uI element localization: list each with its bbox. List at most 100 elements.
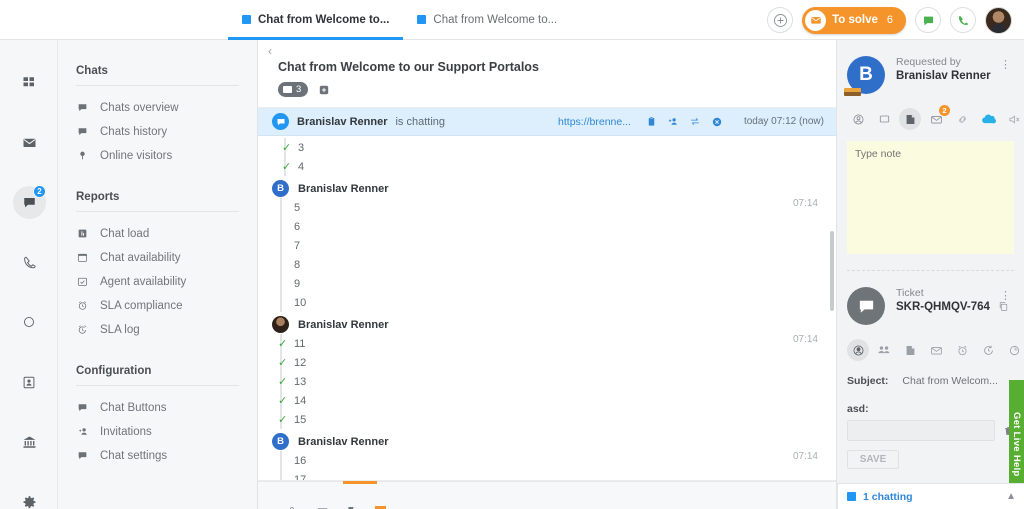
message-text: 4 xyxy=(298,161,304,173)
to-solve-label: To solve xyxy=(832,14,878,26)
chat-status-button[interactable] xyxy=(915,7,941,33)
icon-rail: 2 xyxy=(0,40,58,509)
nav-item-sla-compliance[interactable]: SLA compliance xyxy=(76,295,239,316)
nav-item-chats-history[interactable]: Chats history xyxy=(76,121,239,142)
plus-square-icon xyxy=(318,84,330,96)
custom-field-input[interactable] xyxy=(847,420,995,441)
rail-item-mail[interactable] xyxy=(0,122,58,162)
chatting-count-label: 1 chatting xyxy=(863,491,913,503)
nav-item-chats-overview[interactable]: Chats overview xyxy=(76,97,239,118)
subject-label: Subject: xyxy=(847,375,888,387)
file-icon[interactable] xyxy=(899,339,921,361)
note-input[interactable] xyxy=(847,141,1014,254)
link-icon[interactable] xyxy=(951,108,973,130)
nav-item-invitations[interactable]: Invitations xyxy=(76,421,239,442)
envelope-icon[interactable]: 2 xyxy=(925,108,947,130)
active-chat-bar: Branislav Renner is chatting https://bre… xyxy=(258,108,836,136)
nav-item-label: SLA log xyxy=(100,324,140,336)
transfer-icon[interactable] xyxy=(689,116,701,127)
user-avatar[interactable] xyxy=(985,7,1012,34)
message-body: 07:14 ✓11 ✓12 ✓13 ✓14 ✓15 xyxy=(280,334,824,429)
composer-toolbar xyxy=(258,482,836,509)
message-scrollbar[interactable] xyxy=(830,231,834,311)
requester-card: B Requested by Branislav Renner ⋮ xyxy=(847,56,1014,94)
nav-item-sla-log[interactable]: SLA log xyxy=(76,319,239,340)
nav-item-agent-availability[interactable]: Agent availability xyxy=(76,271,239,292)
rail-item-activity[interactable] xyxy=(0,302,58,342)
mute-icon[interactable] xyxy=(1003,108,1024,130)
nav-item-chat-settings[interactable]: Chat settings xyxy=(76,445,239,466)
avatar: B xyxy=(272,180,289,197)
rail-item-calls[interactable] xyxy=(0,242,58,282)
rail-item-chats[interactable]: 2 xyxy=(0,182,58,222)
file-icon[interactable] xyxy=(899,108,921,130)
nav-item-chat-buttons[interactable]: Chat Buttons xyxy=(76,397,239,418)
chat-bubble-icon xyxy=(76,126,89,137)
add-new-button[interactable] xyxy=(767,7,793,33)
close-circle-icon[interactable] xyxy=(711,116,723,128)
message-line: 6 xyxy=(282,217,824,236)
chat-meta: 3 xyxy=(278,82,836,97)
time-pie-icon[interactable] xyxy=(1003,339,1024,361)
plus-circle-icon xyxy=(773,13,788,28)
add-participant-button[interactable] xyxy=(318,84,330,96)
message-text: 13 xyxy=(294,376,306,388)
nav-item-chat-availability[interactable]: Chat availability xyxy=(76,247,239,268)
copy-icon[interactable] xyxy=(998,301,1009,312)
message-line: ✓ 3 xyxy=(286,138,824,157)
chat-bubble-icon xyxy=(857,297,876,316)
visitor-url-link[interactable]: https://brenne... xyxy=(558,116,631,128)
message-group: B Branislav Renner 07:14 16 17 xyxy=(272,433,824,481)
message-list[interactable]: ✓ 3 ✓ 4 B Branislav Renner 07:14 5 6 xyxy=(258,136,836,481)
delivered-check-icon: ✓ xyxy=(278,356,287,369)
window-icon[interactable] xyxy=(873,108,895,130)
nav-item-chat-load[interactable]: Chat load xyxy=(76,223,239,244)
nav-item-label: Chats overview xyxy=(100,102,179,114)
more-vertical-icon[interactable]: ⋮ xyxy=(1000,289,1012,302)
alarm-clock-icon[interactable] xyxy=(951,339,973,361)
history-icon[interactable] xyxy=(977,339,999,361)
message-text: 17 xyxy=(294,474,306,482)
collapse-sidebar-button[interactable]: ‹ xyxy=(268,44,272,58)
more-vertical-icon[interactable]: ⋮ xyxy=(1000,58,1012,71)
nav-item-online-visitors[interactable]: Online visitors xyxy=(76,145,239,166)
ticket-info: Ticket SKR-QHMQV-764 xyxy=(896,287,1009,313)
person-icon[interactable] xyxy=(847,339,869,361)
tab-chat-1[interactable]: Chat from Welcome to... xyxy=(228,0,403,40)
clipboard-icon[interactable] xyxy=(646,116,657,127)
custom-field-label: asd: xyxy=(847,403,1014,415)
phone-status-button[interactable] xyxy=(950,7,976,33)
requester-name: Branislav Renner xyxy=(896,70,991,82)
circle-icon xyxy=(22,315,36,329)
rail-item-dashboard[interactable] xyxy=(0,62,58,102)
add-person-icon[interactable] xyxy=(667,116,679,127)
chat-bubble-icon xyxy=(922,14,935,27)
ticket-card: Ticket SKR-QHMQV-764 ⋮ xyxy=(847,287,1014,325)
tab-strip: Chat from Welcome to... Chat from Welcom… xyxy=(228,0,571,40)
top-right-actions: To solve 6 xyxy=(767,0,1012,40)
envelope-icon[interactable] xyxy=(925,339,947,361)
rail-item-organizations[interactable] xyxy=(0,422,58,462)
person-icon[interactable] xyxy=(847,108,869,130)
participants-badge[interactable]: 3 xyxy=(278,82,308,97)
cloud-icon[interactable] xyxy=(977,108,999,130)
rail-item-settings[interactable] xyxy=(0,482,58,509)
attachment-icon[interactable] xyxy=(287,505,299,509)
file-icon[interactable] xyxy=(346,505,358,509)
divider xyxy=(76,85,239,86)
nav-item-label: Agent availability xyxy=(100,276,186,288)
canned-response-icon[interactable] xyxy=(316,506,329,509)
to-solve-button[interactable]: To solve 6 xyxy=(802,7,906,34)
message-text: 7 xyxy=(294,240,300,252)
chatting-footer-bar[interactable]: 1 chatting ▲ xyxy=(837,483,1024,509)
group-icon[interactable] xyxy=(873,339,895,361)
delivered-check-icon: ✓ xyxy=(278,413,287,426)
save-button[interactable]: SAVE xyxy=(847,450,899,469)
rail-item-contacts[interactable] xyxy=(0,362,58,402)
message-line: 17 xyxy=(282,470,824,481)
ticket-id-value: SKR-QHMQV-764 xyxy=(896,301,990,313)
tab-chat-2[interactable]: Chat from Welcome to... xyxy=(403,0,571,40)
chevron-up-icon[interactable]: ▲ xyxy=(1006,491,1016,502)
chat-square-icon xyxy=(242,15,251,24)
chat-participant-name: Branislav Renner xyxy=(297,116,387,128)
